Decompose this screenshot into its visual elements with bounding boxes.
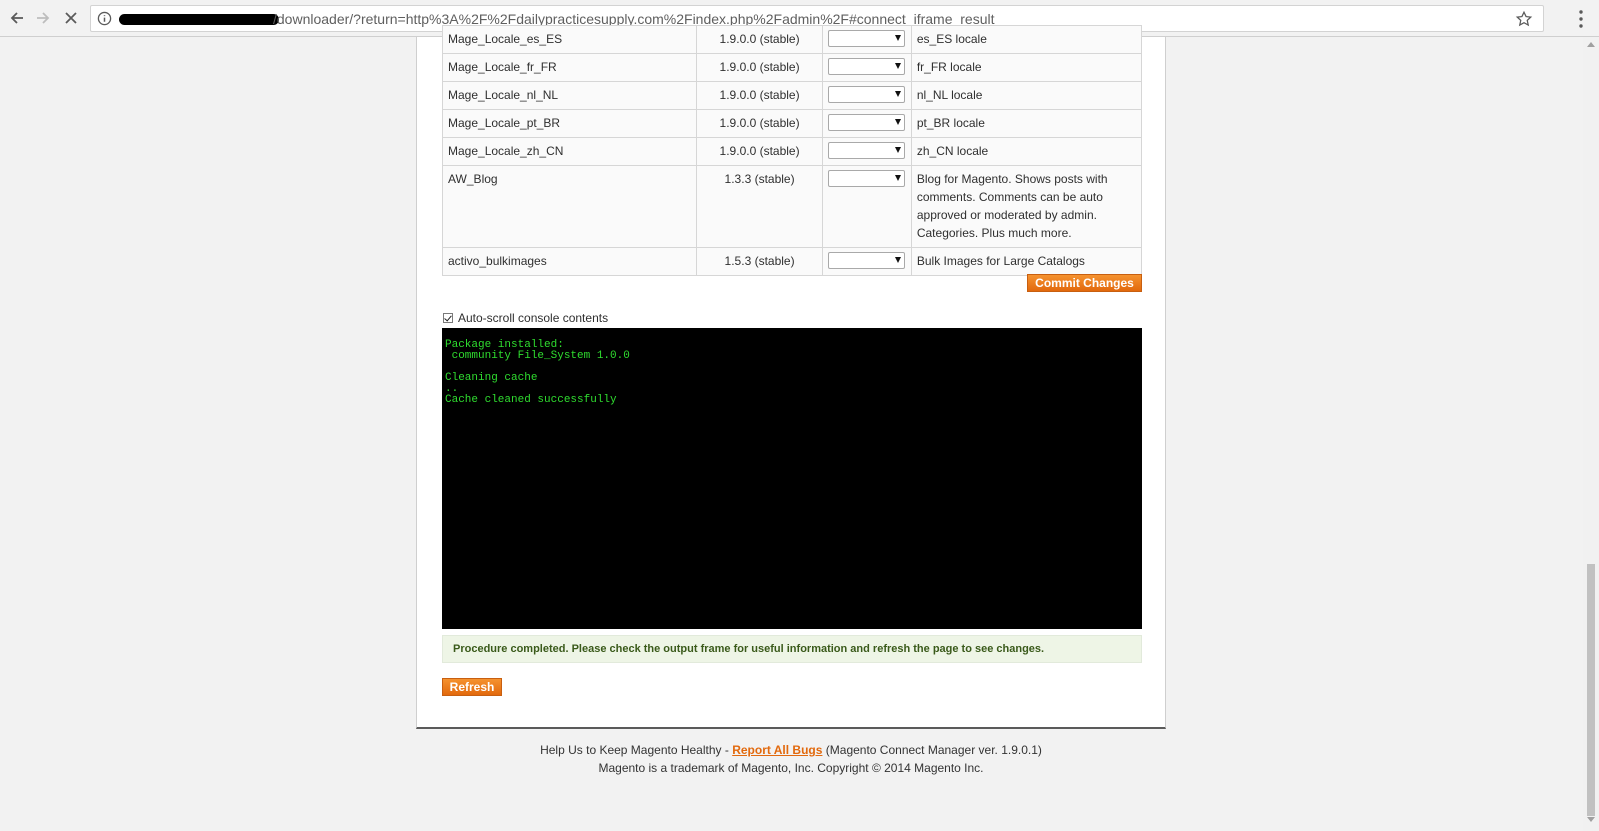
connect-manager-panel: Mage_Locale_es_ES 1.9.0.0 (stable) es_ES l… bbox=[416, 25, 1166, 729]
info-icon[interactable] bbox=[97, 11, 112, 26]
footer-version-text: (Magento Connect Manager ver. 1.9.0.1) bbox=[825, 743, 1042, 757]
arrow-right-icon bbox=[37, 12, 50, 24]
table-row: Mage_Locale_fr_FR 1.9.0.0 (stable) fr_FR l… bbox=[441, 53, 1143, 82]
report-bugs-link[interactable]: Report All Bugs bbox=[732, 743, 822, 757]
scroll-down-arrow-icon[interactable] bbox=[1587, 817, 1595, 822]
package-name: AW_Blog bbox=[441, 165, 698, 248]
star-icon[interactable] bbox=[1515, 10, 1533, 28]
more-vertical-icon[interactable] bbox=[1575, 9, 1587, 29]
package-action-cell bbox=[821, 81, 912, 110]
package-description: Blog for Magento. Shows posts with comme… bbox=[910, 165, 1143, 248]
package-version: 1.9.0.0 (stable) bbox=[696, 137, 823, 166]
footer: Help Us to Keep Magento Healthy - Report… bbox=[416, 741, 1166, 777]
console-output[interactable]: Package installed: community File_System… bbox=[442, 328, 1142, 629]
autoscroll-checkbox[interactable] bbox=[443, 313, 453, 323]
page-scrollbar[interactable] bbox=[1583, 37, 1599, 831]
package-action-cell bbox=[821, 137, 912, 166]
url-redaction bbox=[119, 14, 279, 25]
autoscroll-toggle[interactable]: Auto-scroll console contents bbox=[443, 311, 608, 325]
package-description: Bulk Images for Large Catalogs bbox=[910, 247, 1143, 276]
footer-help-line: Help Us to Keep Magento Healthy - Report… bbox=[416, 741, 1166, 759]
package-action-select[interactable] bbox=[827, 252, 905, 269]
forward-button[interactable] bbox=[32, 7, 54, 29]
package-description: zh_CN locale bbox=[910, 137, 1143, 166]
success-notice: Procedure completed. Please check the ou… bbox=[442, 635, 1142, 663]
chevron-down-icon bbox=[894, 35, 901, 41]
stop-loading-button[interactable] bbox=[60, 7, 82, 29]
packages-table: Mage_Locale_es_ES 1.9.0.0 (stable) es_ES l… bbox=[441, 25, 1143, 276]
chevron-down-icon bbox=[894, 147, 901, 153]
chevron-down-icon bbox=[894, 91, 901, 97]
package-name: Mage_Locale_nl_NL bbox=[441, 81, 698, 110]
package-name: Mage_Locale_zh_CN bbox=[441, 137, 698, 166]
footer-copyright: Magento is a trademark of Magento, Inc. … bbox=[598, 761, 984, 775]
package-description: es_ES locale bbox=[910, 25, 1143, 54]
package-description: nl_NL locale bbox=[910, 81, 1143, 110]
package-action-select[interactable] bbox=[827, 114, 905, 131]
footer-help-text: Help Us to Keep Magento Healthy - bbox=[540, 743, 729, 757]
chevron-down-icon bbox=[894, 257, 901, 263]
table-row: AW_Blog 1.3.3 (stable) Blog for Magento. S… bbox=[441, 165, 1143, 248]
chevron-down-icon bbox=[894, 63, 901, 69]
package-name: Mage_Locale_fr_FR bbox=[441, 53, 698, 82]
refresh-button[interactable]: Refresh bbox=[442, 678, 502, 696]
package-action-select[interactable] bbox=[827, 170, 905, 187]
package-version: 1.9.0.0 (stable) bbox=[696, 25, 823, 54]
package-action-select[interactable] bbox=[827, 58, 905, 75]
package-version: 1.5.3 (stable) bbox=[696, 247, 823, 276]
package-version: 1.9.0.0 (stable) bbox=[696, 81, 823, 110]
package-action-select[interactable] bbox=[827, 86, 905, 103]
package-name: Mage_Locale_es_ES bbox=[441, 25, 698, 54]
table-row: Mage_Locale_pt_BR 1.9.0.0 (stable) pt_BR l… bbox=[441, 109, 1143, 138]
chevron-down-icon bbox=[894, 175, 901, 181]
chevron-down-icon bbox=[894, 119, 901, 125]
table-row: Mage_Locale_nl_NL 1.9.0.0 (stable) nl_NL l… bbox=[441, 81, 1143, 110]
commit-changes-button[interactable]: Commit Changes bbox=[1027, 274, 1142, 292]
package-description: pt_BR locale bbox=[910, 109, 1143, 138]
package-description: fr_FR locale bbox=[910, 53, 1143, 82]
package-action-cell bbox=[821, 165, 912, 248]
autoscroll-label: Auto-scroll console contents bbox=[458, 311, 609, 325]
package-name: Mage_Locale_pt_BR bbox=[441, 109, 698, 138]
package-version: 1.9.0.0 (stable) bbox=[696, 109, 823, 138]
package-action-select[interactable] bbox=[827, 30, 905, 47]
scrollbar-thumb[interactable] bbox=[1587, 564, 1595, 816]
back-button[interactable] bbox=[6, 7, 28, 29]
table-row: Mage_Locale_es_ES 1.9.0.0 (stable) es_ES l… bbox=[441, 25, 1143, 54]
package-action-cell bbox=[821, 25, 912, 54]
table-row: Mage_Locale_zh_CN 1.9.0.0 (stable) zh_CN l… bbox=[441, 137, 1143, 166]
package-action-cell bbox=[821, 247, 912, 276]
arrow-left-icon bbox=[10, 12, 23, 24]
close-icon bbox=[65, 12, 77, 24]
package-name: activo_bulkimages bbox=[441, 247, 698, 276]
package-action-cell bbox=[821, 53, 912, 82]
table-row: activo_bulkimages 1.5.3 (stable) Bulk Imag… bbox=[441, 247, 1143, 276]
scroll-up-arrow-icon[interactable] bbox=[1587, 42, 1595, 47]
package-version: 1.9.0.0 (stable) bbox=[696, 53, 823, 82]
package-action-select[interactable] bbox=[827, 142, 905, 159]
package-action-cell bbox=[821, 109, 912, 138]
package-version: 1.3.3 (stable) bbox=[696, 165, 823, 248]
